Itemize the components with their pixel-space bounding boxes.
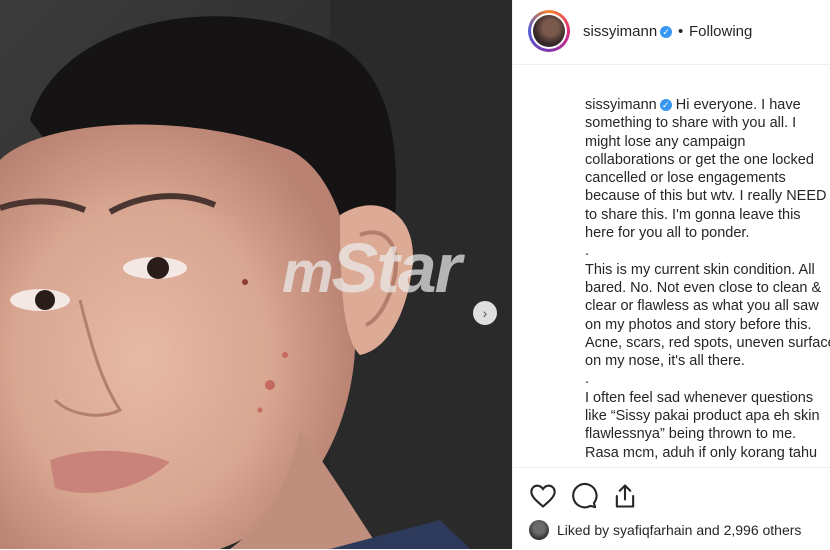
caption-line: sissyimann ✓ Hi everyone. I have bbox=[585, 97, 801, 113]
post-side-panel: sissyimann ✓ • Following sissyimann ✓ Hi e… bbox=[512, 0, 830, 550]
chevron-right-icon: › bbox=[482, 305, 488, 321]
heart-icon[interactable] bbox=[529, 482, 557, 510]
caption-line: Acne, scars, red spots, uneven surface bbox=[585, 334, 830, 351]
caption-line: like “Sissy pakai product apa eh skin bbox=[585, 408, 820, 425]
header-username[interactable]: sissyimann ✓ bbox=[583, 23, 673, 40]
caption-line: on my photos and story before this. bbox=[585, 316, 812, 333]
header-separator: • bbox=[678, 23, 684, 40]
caption-line: cancelled or lose engagements bbox=[585, 170, 786, 187]
likes-count[interactable]: 2,996 others bbox=[724, 522, 802, 538]
caption-line: because of this but wtv. I really NEED bbox=[585, 188, 827, 205]
caption-line: This is my current skin condition. All bbox=[585, 261, 815, 278]
comment-icon[interactable] bbox=[570, 482, 598, 510]
post-header: sissyimann ✓ • Following bbox=[513, 0, 830, 65]
verified-badge-icon: ✓ bbox=[660, 26, 673, 38]
verified-badge-icon: ✓ bbox=[659, 99, 672, 111]
share-icon[interactable] bbox=[611, 482, 639, 510]
post-media: mStar › bbox=[0, 0, 512, 549]
avatar[interactable] bbox=[528, 10, 570, 52]
caption-line: something to share with you all. I bbox=[585, 115, 797, 132]
following-button[interactable]: Following bbox=[689, 23, 752, 40]
mstar-watermark: mStar bbox=[282, 229, 462, 307]
caption-line: to share this. I'm gonna leave this bbox=[585, 206, 801, 223]
next-slide-button[interactable]: › bbox=[473, 301, 497, 325]
liked-by-text: Liked by syafiqfarhain and 2,996 others bbox=[529, 520, 801, 540]
caption-line: on my nose, it's all there. bbox=[585, 353, 745, 370]
caption-line: . bbox=[585, 243, 590, 260]
post-actions: Liked by syafiqfarhain and 2,996 others bbox=[513, 467, 830, 550]
caption-line: Rasa mcm, aduh if only korang tahu bbox=[585, 444, 818, 461]
caption-line: here for you all to ponder. bbox=[585, 225, 750, 242]
caption-line: I often feel sad whenever questions bbox=[585, 389, 814, 406]
caption-username[interactable]: sissyimann bbox=[585, 97, 657, 113]
caption-line: collaborations or get the one locked bbox=[585, 151, 814, 168]
caption-line: bared. No. Not even close to clean & bbox=[585, 279, 822, 296]
caption-line: . bbox=[585, 371, 590, 388]
caption-line: clear or flawless as what you all saw bbox=[585, 298, 819, 315]
liker-username[interactable]: syafiqfarhain bbox=[613, 522, 692, 538]
post-caption: sissyimann ✓ Hi everyone. I have somethin… bbox=[585, 96, 830, 466]
caption-line: flawlessnya” being thrown to me. bbox=[585, 426, 797, 443]
caption-line: might lose any campaign bbox=[585, 133, 746, 150]
liker-avatar[interactable] bbox=[529, 520, 549, 540]
